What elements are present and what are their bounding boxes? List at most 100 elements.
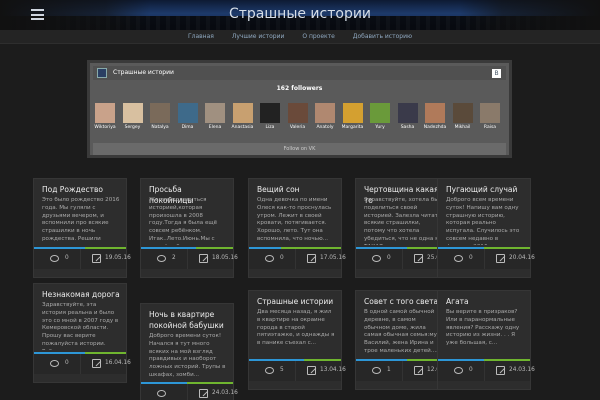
vk-logo-icon[interactable]: В <box>492 69 501 78</box>
story-title[interactable]: Под Рождество <box>42 184 121 195</box>
comment-icon[interactable] <box>50 360 59 367</box>
nav-item-about[interactable]: О проекте <box>302 33 335 40</box>
edit-icon[interactable] <box>496 254 505 263</box>
story-excerpt: Доброго всем времени суток! Напишу вам о… <box>446 197 520 245</box>
story-card[interactable]: Просьба покойницы Желаю поделиться истори… <box>140 178 238 278</box>
vk-member[interactable]: Sasha <box>397 103 418 130</box>
story-excerpt: Вы верите в призраков? Или в паранормаль… <box>446 309 520 347</box>
edit-icon[interactable] <box>414 366 423 375</box>
story-title[interactable]: Вещий сон <box>257 184 336 195</box>
member-avatar[interactable] <box>342 103 363 123</box>
vk-member[interactable]: Anatoly <box>315 103 335 130</box>
story-card[interactable]: Чертовщина какая то Здравствуйте, хотела … <box>355 178 453 278</box>
vk-member[interactable]: Natalya <box>150 103 170 130</box>
comment-count[interactable]: 0 <box>280 255 284 261</box>
nav-item-best[interactable]: Лучшие истории <box>232 33 285 40</box>
comment-icon[interactable] <box>157 390 166 397</box>
vk-member[interactable]: Elena <box>205 103 225 130</box>
member-avatar[interactable] <box>370 103 390 123</box>
story-title[interactable]: Незнакомая дорога <box>42 289 121 300</box>
comment-count[interactable]: 0 <box>469 255 473 261</box>
footer-divider <box>484 361 485 381</box>
story-date: 17.05.16 <box>320 255 346 261</box>
story-card[interactable]: Незнакомая дорога Здравствуйте, эта истор… <box>33 283 131 383</box>
story-card[interactable]: Под Рождество Это было рождество 2016 год… <box>33 178 131 278</box>
member-avatar[interactable] <box>122 103 143 123</box>
vk-group-name[interactable]: Страшные истории <box>113 69 174 76</box>
comment-icon[interactable] <box>265 367 274 374</box>
nav-item-home[interactable]: Главная <box>188 33 214 40</box>
vk-member[interactable]: Nadezhda <box>424 103 446 130</box>
story-card[interactable]: Агата Вы верите в призраков? Или в парано… <box>437 290 535 390</box>
member-avatar[interactable] <box>397 103 418 123</box>
group-avatar-icon[interactable] <box>97 68 107 78</box>
edit-icon[interactable] <box>414 254 423 263</box>
member-avatar[interactable] <box>232 103 253 123</box>
edit-icon[interactable] <box>92 359 101 368</box>
comment-count[interactable]: 0 <box>387 255 391 261</box>
story-card-footer: 5 13.04.16 <box>249 361 346 381</box>
comment-icon[interactable] <box>50 255 59 262</box>
comment-icon[interactable] <box>157 255 166 262</box>
story-card[interactable]: Пугающий случай Доброго всем времени суто… <box>437 178 535 278</box>
comment-count[interactable]: 0 <box>65 360 69 366</box>
member-avatar[interactable] <box>452 103 473 123</box>
comment-count[interactable]: 1 <box>387 367 391 373</box>
edit-icon[interactable] <box>307 254 316 263</box>
vk-member[interactable]: Anastasia <box>232 103 253 130</box>
edit-icon[interactable] <box>199 254 208 263</box>
story-card-footer: 2 18.05.16 <box>141 249 238 269</box>
story-date: 19.05.16 <box>105 255 131 261</box>
member-name[interactable]: Raisa <box>474 125 506 130</box>
comment-count[interactable]: 0 <box>469 367 473 373</box>
story-date: 24.03.16 <box>212 390 238 396</box>
story-title[interactable]: Пугающий случай <box>446 184 525 195</box>
site-title[interactable]: Страшные истории <box>0 6 600 22</box>
member-avatar[interactable] <box>150 103 170 123</box>
story-card-footer: 24.03.16 <box>141 384 238 400</box>
story-title[interactable]: Страшные истории <box>257 296 336 307</box>
comment-icon[interactable] <box>372 255 381 262</box>
vk-member[interactable]: Dima <box>177 103 198 130</box>
vk-member[interactable]: Yury <box>370 103 390 130</box>
story-title[interactable]: Совет с того света <box>364 296 443 307</box>
story-card[interactable]: Совет с того света В одной самой обычной … <box>355 290 453 390</box>
member-avatar[interactable] <box>95 103 115 123</box>
vk-member[interactable]: Wiktoriya <box>94 103 116 130</box>
vk-followers-count: 162 followers <box>276 85 323 92</box>
nav-item-add-story[interactable]: Добавить историю <box>353 33 412 40</box>
vk-follow-button[interactable]: Follow on VK <box>93 143 506 155</box>
comment-icon[interactable] <box>372 367 381 374</box>
vk-member[interactable]: Sergey <box>122 103 143 130</box>
member-avatar[interactable] <box>260 103 280 123</box>
vk-member[interactable]: Liza <box>260 103 280 130</box>
vk-member[interactable]: Valeria <box>287 103 308 130</box>
comment-icon[interactable] <box>454 367 463 374</box>
member-avatar[interactable] <box>315 103 335 123</box>
story-card[interactable]: Страшные истории Два месяца назад, я жил … <box>248 290 346 390</box>
story-title[interactable]: Агата <box>446 296 525 307</box>
comment-icon[interactable] <box>265 255 274 262</box>
member-avatar[interactable] <box>287 103 308 123</box>
story-card-footer: 0 20.04.16 <box>438 249 535 269</box>
edit-icon[interactable] <box>199 389 208 398</box>
comment-count[interactable]: 2 <box>172 255 176 261</box>
vk-member[interactable]: Mikhail <box>452 103 473 130</box>
edit-icon[interactable] <box>92 254 101 263</box>
member-avatar[interactable] <box>205 103 225 123</box>
vk-member[interactable]: Raisa <box>480 103 500 130</box>
story-title[interactable]: Ночь в квартире покойной бабушки <box>149 309 228 331</box>
story-card[interactable]: Вещий сон Одна девочка по имени Олеся как… <box>248 178 346 278</box>
edit-icon[interactable] <box>307 366 316 375</box>
story-excerpt: Два месяца назад, я жил в квартире на ок… <box>257 309 335 347</box>
edit-icon[interactable] <box>496 366 505 375</box>
comment-count[interactable]: 0 <box>65 255 69 261</box>
story-card[interactable]: Ночь в квартире покойной бабушки Доброго … <box>140 303 238 400</box>
comment-icon[interactable] <box>454 255 463 262</box>
member-avatar[interactable] <box>177 103 198 123</box>
member-avatar[interactable] <box>480 103 500 123</box>
member-avatar[interactable] <box>425 103 445 123</box>
vk-member[interactable]: Margarita <box>342 103 363 130</box>
comment-count[interactable]: 5 <box>280 367 284 373</box>
story-card-footer: 025.04.16 <box>356 249 453 269</box>
